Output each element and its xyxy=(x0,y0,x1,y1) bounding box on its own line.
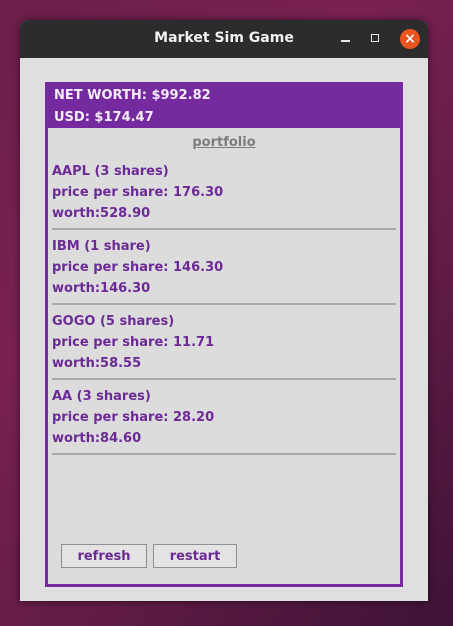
stock-worth: worth:528.90 xyxy=(52,206,151,221)
stock-price: price per share: 146.30 xyxy=(52,260,224,275)
restart-button[interactable]: restart xyxy=(153,544,237,568)
stock-worth: worth:146.30 xyxy=(52,281,151,296)
stock-price: price per share: 176.30 xyxy=(52,185,224,200)
stock-price: price per share: 28.20 xyxy=(52,410,215,425)
stock-divider xyxy=(52,228,396,230)
net-worth-label: NET WORTH: $992.82 xyxy=(54,88,211,103)
stock-divider xyxy=(52,453,396,455)
summary-header: NET WORTH: $992.82 USD: $174.47 xyxy=(45,82,403,128)
usd-label: USD: $174.47 xyxy=(54,110,154,125)
stock-name: GOGO (5 shares) xyxy=(52,314,175,329)
stock-name: IBM (1 share) xyxy=(52,239,151,254)
stock-price: price per share: 11.71 xyxy=(52,335,215,350)
portfolio-panel: NET WORTH: $992.82 USD: $174.47 portfoli… xyxy=(45,82,403,587)
stock-divider xyxy=(52,378,396,380)
stock-name: AAPL (3 shares) xyxy=(52,164,169,179)
stock-worth: worth:58.55 xyxy=(52,356,142,371)
maximize-icon[interactable] xyxy=(366,29,386,49)
refresh-button[interactable]: refresh xyxy=(61,544,147,568)
portfolio-title: portfolio xyxy=(192,135,256,150)
app-window: Market Sim Game × NET WORTH: $992.82 USD… xyxy=(20,20,428,601)
title-bar[interactable]: Market Sim Game × xyxy=(20,20,428,58)
stock-name: AA (3 shares) xyxy=(52,389,151,404)
close-icon[interactable]: × xyxy=(400,29,420,49)
minimize-icon[interactable] xyxy=(336,29,356,49)
stock-worth: worth:84.60 xyxy=(52,431,142,446)
stock-divider xyxy=(52,303,396,305)
